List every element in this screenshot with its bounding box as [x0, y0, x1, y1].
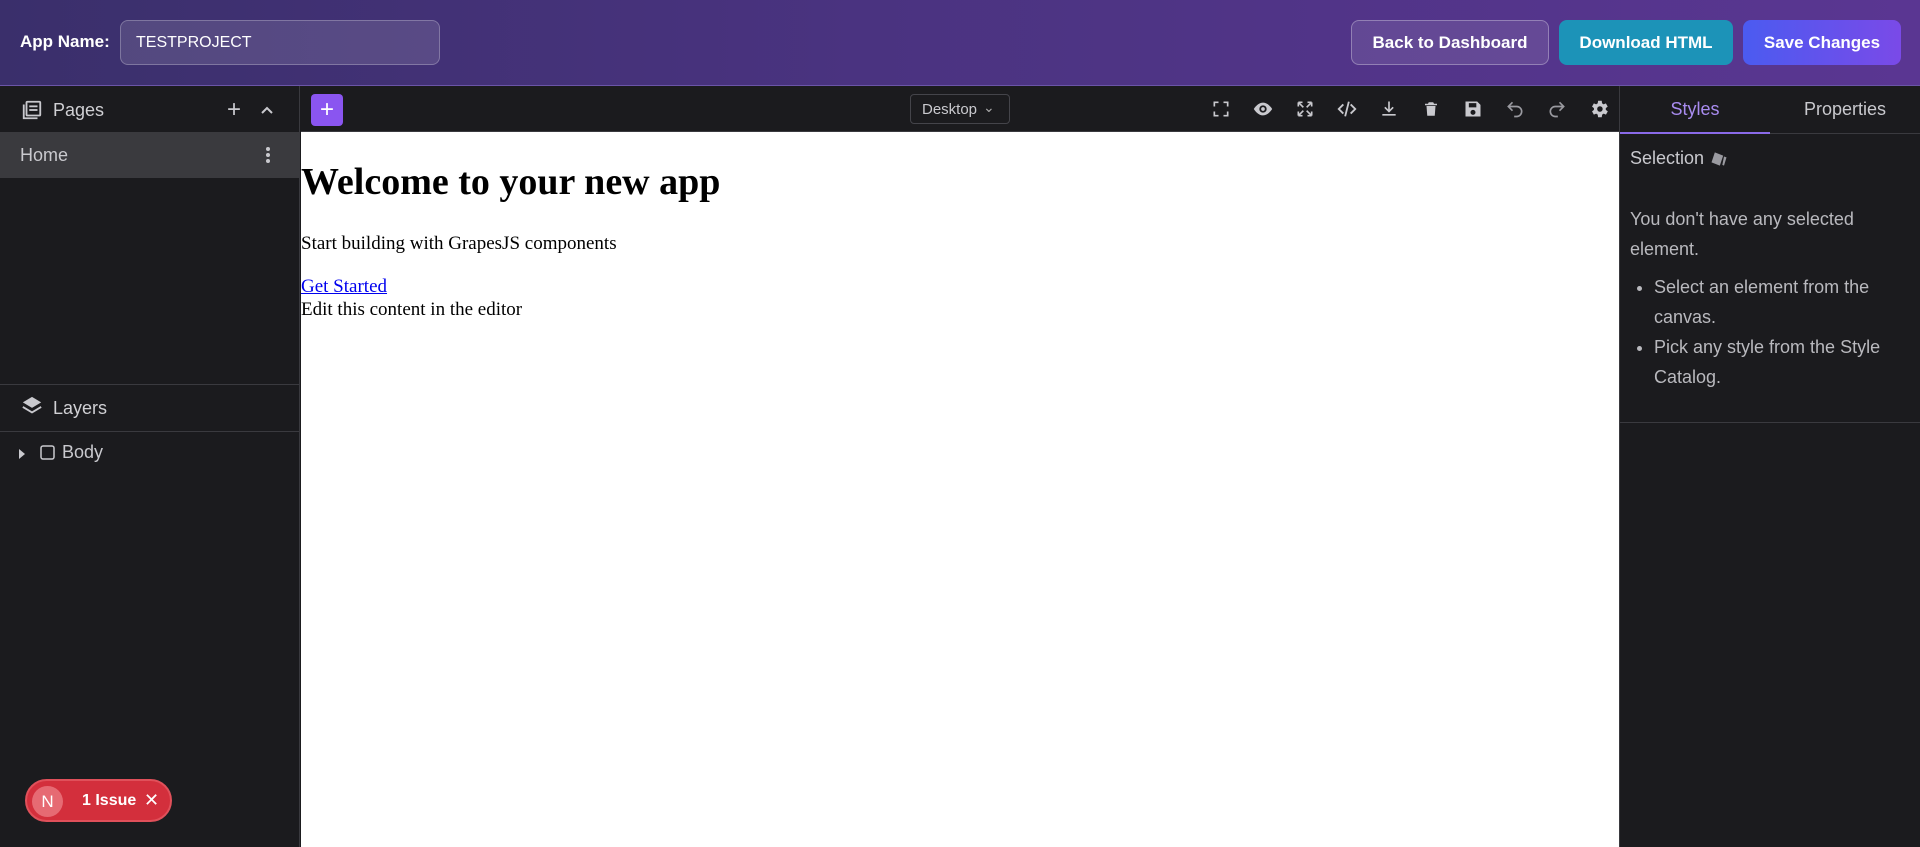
download-html-button[interactable]: Download HTML	[1559, 20, 1733, 65]
chevron-down-icon: ⌄	[983, 99, 995, 115]
list-item: Select an element from the canvas.	[1654, 272, 1904, 332]
canvas-note[interactable]: Edit this content in the editor	[301, 299, 522, 321]
redo-icon[interactable]	[1545, 97, 1569, 121]
layer-item-body[interactable]: Body	[62, 442, 103, 463]
no-selection-message: You don't have any selected element.	[1630, 209, 1854, 259]
right-panel: Styles Properties Selection You don't ha…	[1619, 86, 1920, 847]
tab-styles[interactable]: Styles	[1620, 86, 1770, 134]
canvas-heading[interactable]: Welcome to your new app	[301, 160, 720, 204]
top-bar: App Name: Back to Dashboard Download HTM…	[0, 0, 1920, 86]
tab-properties[interactable]: Properties	[1770, 86, 1920, 134]
layers-title: Layers	[53, 398, 108, 418]
preview-icon[interactable]	[1251, 97, 1275, 121]
divider	[0, 431, 300, 432]
undo-icon[interactable]	[1503, 97, 1527, 121]
divider	[0, 384, 300, 385]
add-page-icon[interactable]: +	[222, 96, 246, 123]
device-select[interactable]: Desktop ⌄	[910, 94, 1010, 124]
fullscreen-icon[interactable]	[1209, 97, 1233, 121]
selection-label: Selection	[1630, 148, 1705, 168]
left-panel: Pages + Home Layers Body	[0, 86, 300, 847]
page-menu-icon[interactable]	[260, 143, 276, 167]
app-name-label: App Name:	[20, 32, 110, 51]
expand-layer-icon[interactable]	[16, 446, 28, 462]
issue-count: 1 Issue	[82, 792, 137, 809]
box-icon	[38, 443, 56, 461]
get-started-link[interactable]: Get Started	[301, 276, 387, 298]
canvas-subtitle[interactable]: Start building with GrapesJS components	[301, 233, 617, 255]
list-item: Pick any style from the Style Catalog.	[1654, 332, 1904, 392]
add-block-button[interactable]: +	[311, 94, 343, 126]
close-icon[interactable]: ✕	[144, 790, 159, 811]
download-icon[interactable]	[1377, 97, 1401, 121]
selection-hints: Select an element from the canvas. Pick …	[1654, 272, 1904, 392]
back-to-dashboard-button[interactable]: Back to Dashboard	[1351, 20, 1549, 65]
editor-canvas[interactable]: Welcome to your new app Start building w…	[301, 132, 1619, 847]
divider	[1620, 422, 1920, 423]
device-select-value: Desktop	[922, 100, 978, 118]
delete-icon[interactable]	[1419, 97, 1443, 121]
collapse-pages-icon[interactable]	[255, 98, 279, 122]
expand-icon[interactable]	[1293, 97, 1317, 121]
pages-title: Pages	[53, 100, 105, 120]
save-changes-button[interactable]: Save Changes	[1743, 20, 1901, 65]
layers-icon	[20, 394, 44, 418]
code-icon[interactable]	[1335, 97, 1359, 121]
avatar: N	[32, 786, 63, 817]
page-item-label: Home	[20, 145, 69, 165]
app-name-input[interactable]	[120, 20, 440, 65]
issue-badge[interactable]: N 1 Issue ✕	[25, 779, 172, 822]
save-icon[interactable]	[1461, 97, 1485, 121]
settings-icon[interactable]	[1587, 97, 1611, 121]
pages-icon	[20, 98, 44, 122]
page-item-home[interactable]: Home	[0, 132, 300, 178]
canvas-toolbar: + Desktop ⌄	[301, 86, 1619, 132]
style-brush-icon	[1708, 148, 1730, 170]
